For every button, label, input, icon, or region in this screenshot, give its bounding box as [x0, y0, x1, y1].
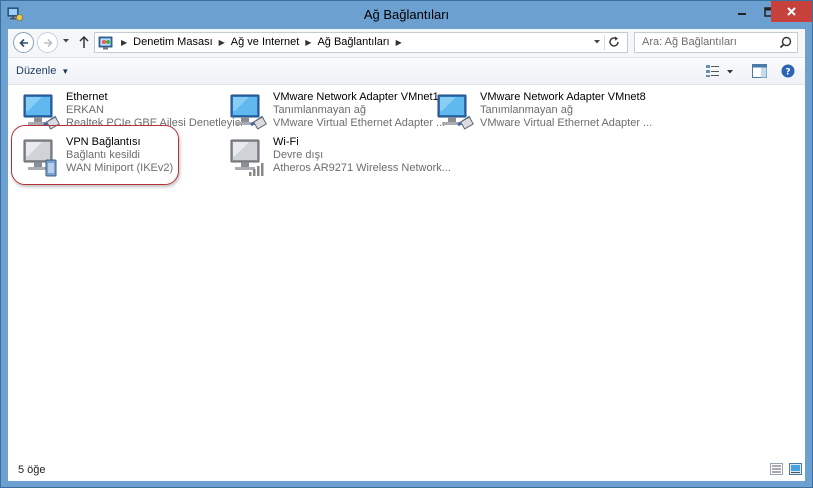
breadcrumb-network-connections[interactable]: Ağ Bağlantıları [317, 36, 389, 48]
change-view-icon[interactable] [705, 64, 721, 78]
search-icon[interactable] [779, 36, 792, 49]
recent-locations-dropdown-icon[interactable] [62, 38, 70, 44]
connection-name: VMware Network Adapter VMnet8 [480, 91, 646, 103]
address-bar[interactable]: ▶ Denetim Masası ▶ Ağ ve Internet ▶ Ağ B… [94, 32, 628, 53]
organize-label: Düzenle [16, 65, 57, 77]
address-history-dropdown-icon[interactable] [593, 39, 601, 45]
window-title: Ağ Bağlantıları [363, 7, 450, 22]
item-count: 5 öğe [18, 464, 46, 476]
forward-arrow-icon [43, 38, 53, 47]
explorer-window: Ağ Bağlantıları ▶ Denetim Masası ▶ Ağ ve… [0, 0, 813, 488]
title-bar[interactable]: Ağ Bağlantıları [1, 1, 812, 29]
vpn-highlight-annotation [11, 125, 179, 185]
organize-menu-button[interactable]: Düzenle ▼ [16, 65, 69, 77]
breadcrumb-separator-icon[interactable]: ▶ [396, 38, 402, 47]
preview-pane-icon[interactable] [752, 64, 767, 78]
back-arrow-icon [18, 38, 28, 47]
forward-button[interactable] [37, 32, 58, 53]
connection-item-vmnet8[interactable]: VMware Network Adapter VMnet8 Tanımlanma… [432, 91, 652, 133]
help-icon[interactable]: ? [781, 64, 795, 78]
minimize-icon [737, 12, 746, 15]
up-arrow-icon[interactable] [78, 35, 90, 49]
large-icons-view-icon[interactable] [789, 463, 802, 475]
breadcrumb-separator-icon[interactable]: ▶ [219, 38, 225, 47]
connection-device: Atheros AR9271 Wireless Network... [273, 162, 451, 174]
breadcrumb-control-panel[interactable]: Denetim Masası [133, 36, 212, 48]
address-divider [604, 35, 605, 50]
breadcrumb-separator-icon[interactable]: ▶ [305, 38, 311, 47]
connection-status: ERKAN [66, 104, 104, 116]
connection-status: Tanımlanmayan ağ [273, 104, 366, 116]
view-options-dropdown-icon[interactable] [726, 69, 734, 75]
connection-name: Wi-Fi [273, 136, 299, 148]
back-button[interactable] [13, 32, 34, 53]
breadcrumb: ▶ Denetim Masası ▶ Ağ ve Internet ▶ Ağ B… [115, 36, 408, 48]
vmware-adapter-icon [230, 94, 267, 130]
minimize-button[interactable] [728, 1, 755, 22]
search-box[interactable]: Ara: Ağ Bağlantıları [634, 32, 798, 53]
refresh-icon[interactable] [607, 35, 621, 49]
navigation-bar: ▶ Denetim Masası ▶ Ağ ve Internet ▶ Ağ B… [8, 29, 805, 57]
close-button[interactable] [771, 1, 812, 22]
close-icon [787, 7, 796, 16]
chevron-down-icon: ▼ [61, 66, 70, 76]
breadcrumb-network-internet[interactable]: Ağ ve Internet [231, 36, 300, 48]
status-bar: 5 öğe [8, 457, 805, 481]
connection-name: VMware Network Adapter VMnet1 [273, 91, 439, 103]
connection-item-wifi[interactable]: Wi-Fi Devre dışı Atheros AR9271 Wireless… [225, 136, 451, 178]
vmware-adapter-icon [437, 94, 474, 130]
command-bar: Düzenle ▼ ? [8, 57, 805, 85]
connection-item-vmnet1[interactable]: VMware Network Adapter VMnet1 Tanımlanma… [225, 91, 445, 133]
connection-status: Tanımlanmayan ağ [480, 104, 573, 116]
details-view-icon[interactable] [770, 463, 783, 475]
connection-device: VMware Virtual Ethernet Adapter ... [480, 117, 653, 129]
client-area: ▶ Denetim Masası ▶ Ağ ve Internet ▶ Ağ B… [8, 29, 805, 481]
control-panel-icon [98, 36, 113, 50]
wifi-adapter-icon [230, 139, 264, 176]
connection-name: Ethernet [66, 91, 108, 103]
svg-text:?: ? [785, 68, 790, 78]
connection-device: VMware Virtual Ethernet Adapter ... [273, 117, 446, 129]
connection-status: Devre dışı [273, 149, 324, 161]
search-placeholder[interactable]: Ara: Ağ Bağlantıları [642, 36, 737, 48]
connections-list: Ethernet ERKAN Realtek PCIe GBE Ailesi D… [8, 85, 805, 457]
breadcrumb-separator-icon[interactable]: ▶ [121, 38, 127, 47]
